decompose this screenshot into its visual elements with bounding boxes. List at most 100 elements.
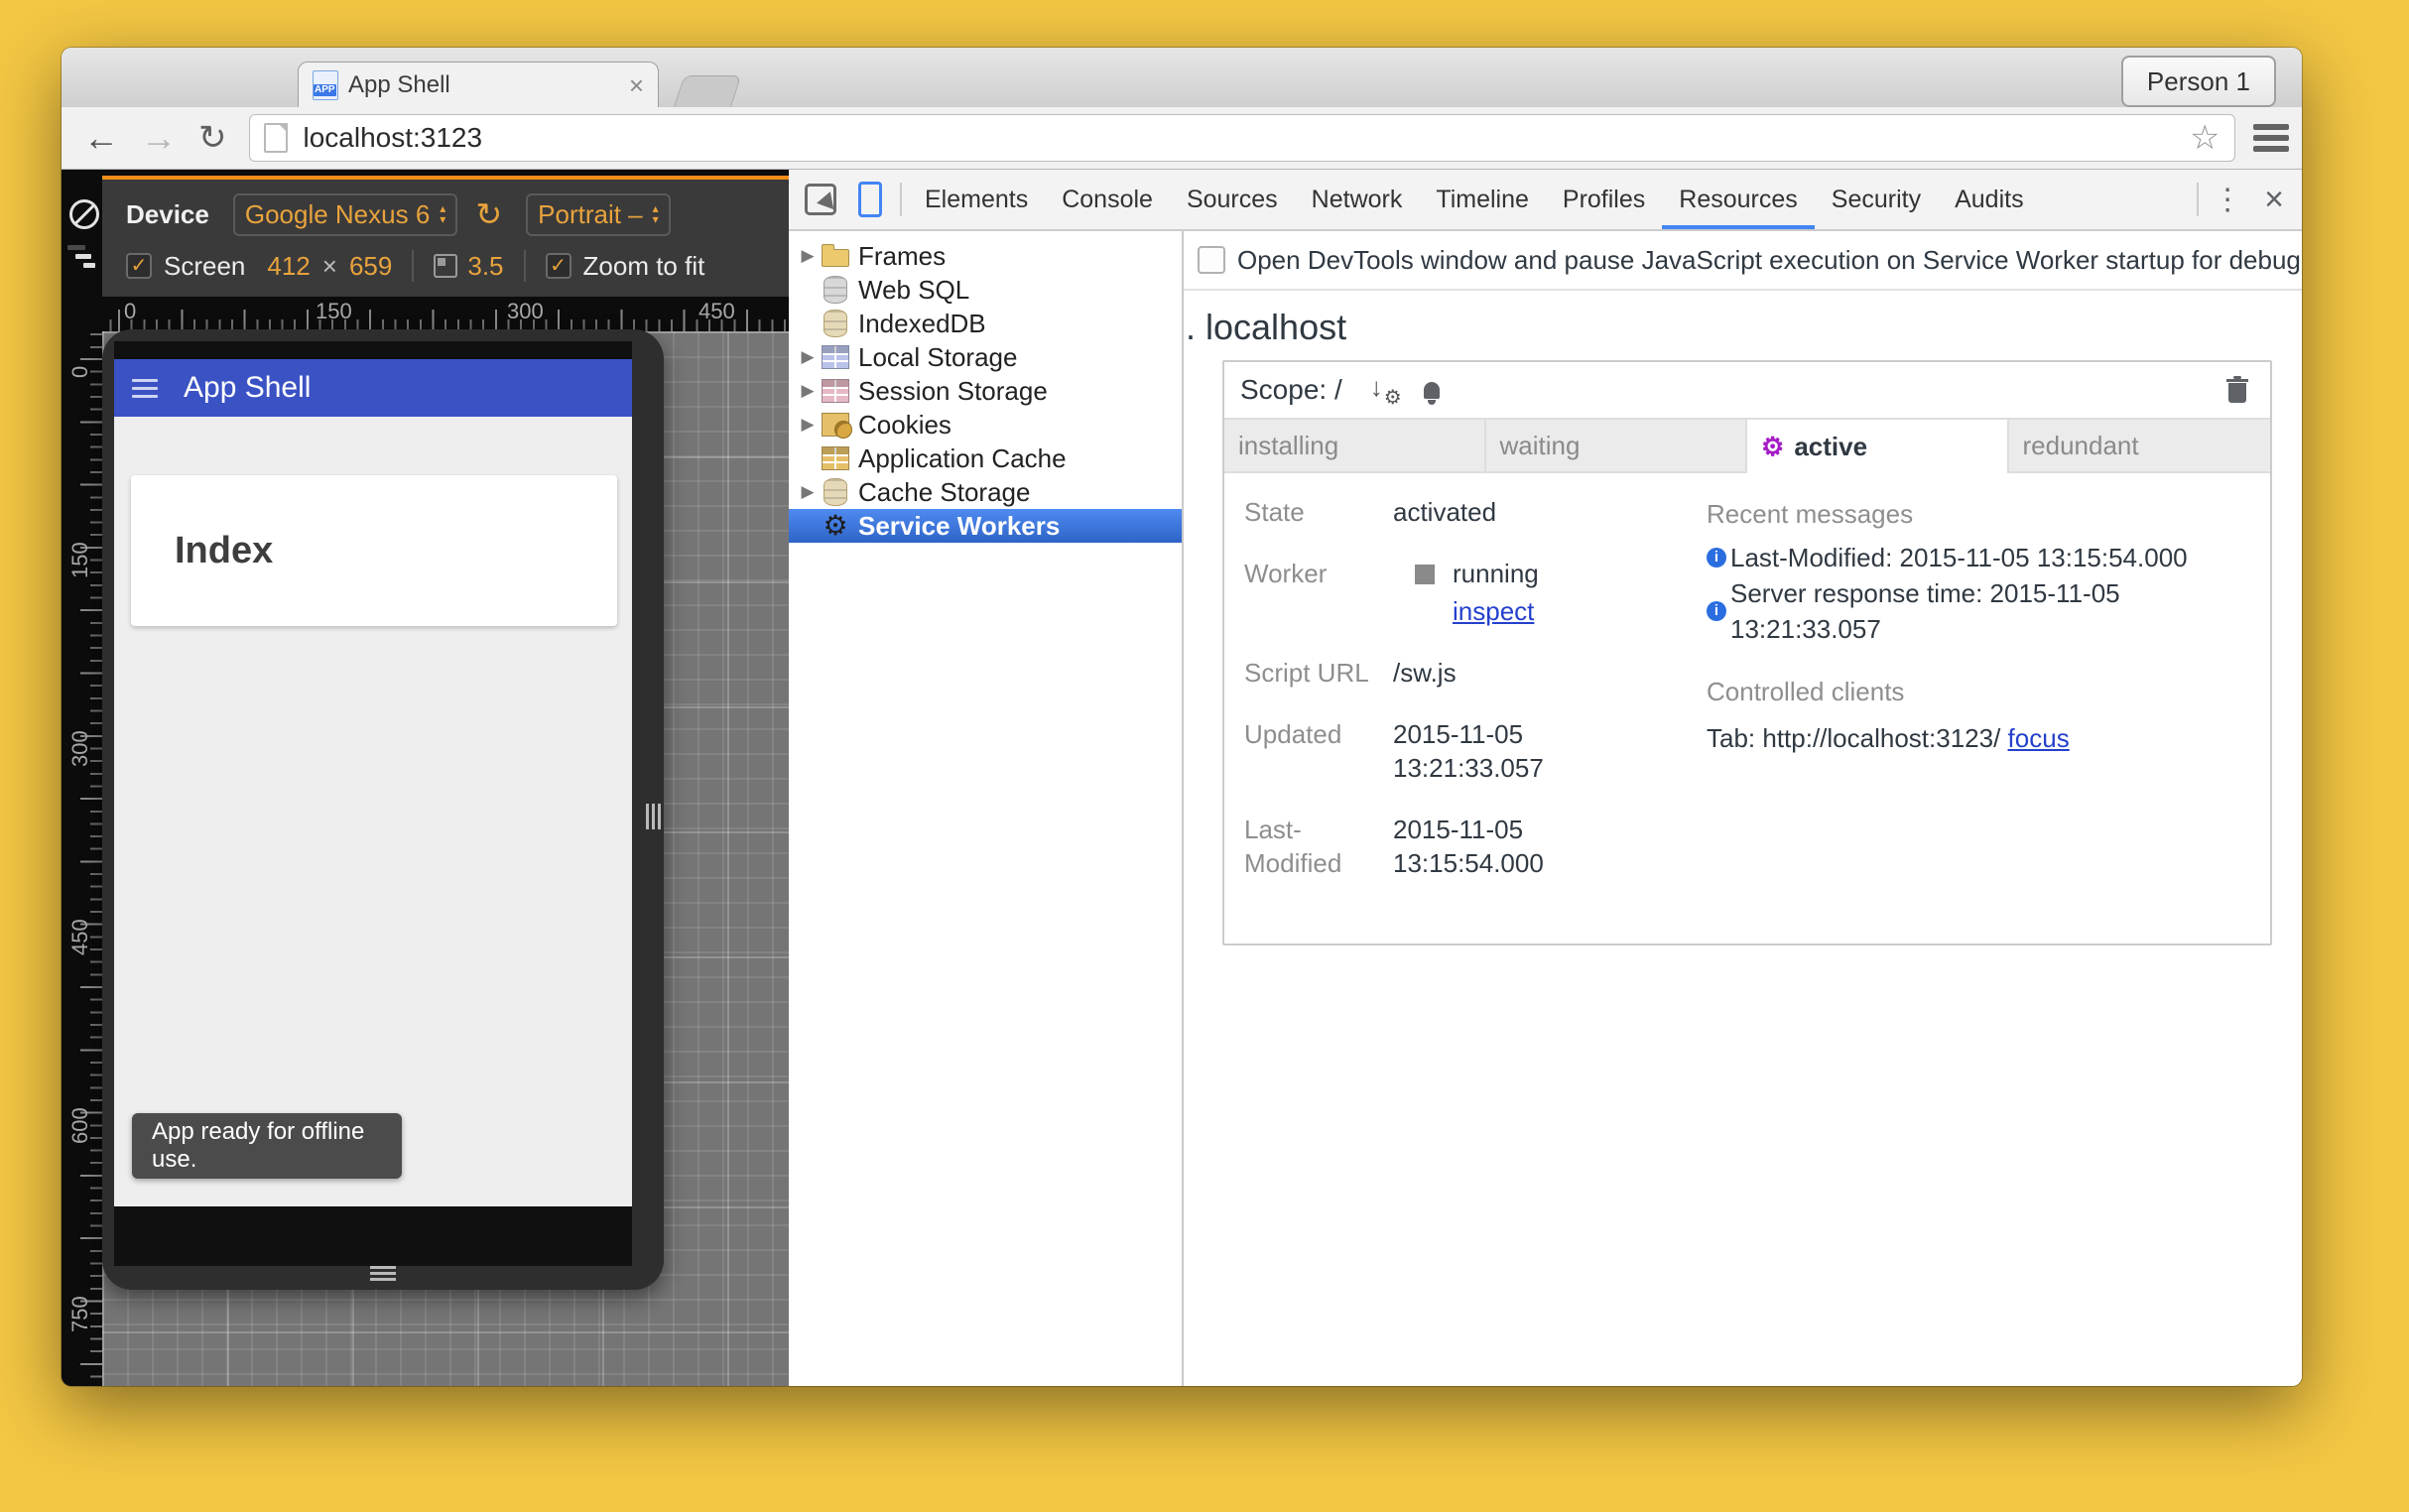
toolbar-divider <box>900 183 902 216</box>
swap-dimensions-icon[interactable]: ↻ <box>475 198 502 230</box>
device-frame: App Shell Index App ready for offline us… <box>102 329 664 1290</box>
emulation-grid-background: App Shell Index App ready for offline us… <box>102 329 789 1386</box>
devtools-more-icon[interactable]: ⋮ <box>2213 183 2242 217</box>
table-pink-icon <box>821 379 850 403</box>
device-pixel-ratio-field[interactable]: 3.5 <box>467 251 503 282</box>
devtools-tab-resources[interactable]: Resources <box>1662 170 1815 229</box>
url-text[interactable]: localhost:3123 <box>304 122 2191 154</box>
disable-cache-icon[interactable] <box>69 199 99 229</box>
device-mode-icon[interactable] <box>858 182 882 217</box>
worker-row: Worker running inspect <box>1244 557 1701 628</box>
expander-triangle-icon[interactable]: ▶ <box>795 347 821 367</box>
lifecycle-tabs: ⚙installing⚙waiting ⚙ active ⚙redundant <box>1224 418 2270 473</box>
screen-checkbox[interactable]: ✓ <box>126 253 152 279</box>
database-gray-icon <box>821 276 850 304</box>
page-icon <box>263 123 288 153</box>
app-menu-icon[interactable] <box>132 378 158 398</box>
zoom-to-fit-checkbox[interactable]: ✓ <box>545 253 571 279</box>
pause-on-sw-startup-checkbox[interactable] <box>1198 246 1225 274</box>
device-emulation-pane: Device Google Nexus 6 ▴ ▾ ↻ Portrait – ▴ ▾… <box>62 170 789 1386</box>
network-throttle-icon[interactable] <box>67 245 95 269</box>
push-notification-icon[interactable] <box>1423 381 1440 405</box>
script-url-row: Script URL /sw.js <box>1244 656 1701 690</box>
toolbar-divider <box>523 250 526 282</box>
state-row: State activated <box>1244 495 1701 529</box>
tab-close-icon[interactable]: × <box>629 72 644 98</box>
forward-icon[interactable]: → <box>141 120 177 156</box>
expander-triangle-icon[interactable]: ▶ <box>795 381 821 401</box>
unregister-trash-icon[interactable] <box>2226 376 2248 404</box>
devtools-tab-network[interactable]: Network <box>1295 170 1420 229</box>
profile-button[interactable]: Person 1 <box>2120 56 2276 107</box>
expander-triangle-icon[interactable]: ▶ <box>795 482 821 502</box>
stop-worker-icon[interactable] <box>1415 565 1435 584</box>
sidebar-item-local-storage[interactable]: ▶ Local Storage <box>789 340 1182 374</box>
orientation-select[interactable]: Portrait – ▴ ▾ <box>526 192 671 236</box>
script-url-value: /sw.js <box>1393 658 1457 688</box>
lifecycle-tab-installing[interactable]: ⚙installing <box>1224 420 1486 473</box>
sidebar-item-service-workers[interactable]: Service Workers <box>789 509 1182 543</box>
device-height-resize-handle[interactable] <box>370 1266 396 1284</box>
screen-height-field[interactable]: 659 <box>349 251 392 282</box>
database-tan-icon <box>821 478 850 506</box>
device-model-select[interactable]: Google Nexus 6 ▴ ▾ <box>232 192 458 236</box>
worker-label: Worker <box>1244 559 1328 588</box>
worker-status: running <box>1453 559 1539 588</box>
devtools-tab-strip: Elements Console Sources Network Timeline Pro… <box>908 170 2041 229</box>
select-arrows-icon: ▴ ▾ <box>652 201 659 226</box>
sidebar-item-session-storage[interactable]: ▶ Session Storage <box>789 374 1182 408</box>
expander-triangle-icon[interactable]: ▶ <box>795 415 821 435</box>
device-mode-toolbar: Device Google Nexus 6 ▴ ▾ ↻ Portrait – ▴ ▾… <box>102 176 789 297</box>
lifecycle-tab-active[interactable]: ⚙ active <box>1747 420 2009 473</box>
ruler-label: 150 <box>316 299 352 323</box>
service-worker-card: Scope: / ↓ ⚙installing⚙waiting ⚙ active ⚙re… <box>1222 360 2272 945</box>
last-modified-label: Last-Modified <box>1244 815 1342 878</box>
info-icon: i <box>1707 601 1726 621</box>
reload-icon[interactable]: ↻ <box>198 120 227 156</box>
client-tab-text: Tab: http://localhost:3123/ <box>1707 723 2001 753</box>
devtools-tab-sources[interactable]: Sources <box>1170 170 1295 229</box>
index-card: Index <box>131 475 617 626</box>
sidebar-item-frames[interactable]: ▶ Frames <box>789 239 1182 273</box>
devtools: Elements Console Sources Network Timeline Pro… <box>789 170 2302 1386</box>
inspect-link[interactable]: inspect <box>1453 594 1539 628</box>
ruler-label: 750 <box>67 1296 92 1332</box>
expander-triangle-icon[interactable]: ▶ <box>795 246 821 266</box>
sidebar-item-application-cache[interactable]: Application Cache <box>789 441 1182 475</box>
inspect-element-icon[interactable] <box>805 184 836 215</box>
focus-link[interactable]: focus <box>2008 723 2070 753</box>
recent-message: i Server response time: 2015-11-05 13:21… <box>1707 575 2250 647</box>
pause-on-sw-startup-row: Open DevTools window and pause JavaScrip… <box>1184 231 2302 291</box>
devtools-tab-console[interactable]: Console <box>1045 170 1170 229</box>
toolbar-divider <box>2197 183 2200 216</box>
update-service-worker-icon[interactable]: ↓ <box>1368 372 1402 410</box>
sidebar-item-label: Session Storage <box>858 375 1048 406</box>
recent-messages-title: Recent messages <box>1707 499 1914 529</box>
state-label: State <box>1244 497 1305 527</box>
browser-tab[interactable]: APP App Shell × <box>298 62 659 107</box>
lifecycle-tab-waiting[interactable]: ⚙waiting <box>1485 420 1747 473</box>
sidebar-item-web-sql[interactable]: Web SQL <box>789 273 1182 307</box>
devtools-close-icon[interactable]: × <box>2264 181 2284 219</box>
screen-checkbox-label: Screen <box>164 250 246 281</box>
sidebar-item-cache-storage[interactable]: ▶ Cache Storage <box>789 475 1182 509</box>
devtools-tab-profiles[interactable]: Profiles <box>1546 170 1662 229</box>
devtools-tab-timeline[interactable]: Timeline <box>1419 170 1546 229</box>
devtools-tab-elements[interactable]: Elements <box>908 170 1045 229</box>
updated-label: Updated <box>1244 719 1342 749</box>
devtools-tab-audits[interactable]: Audits <box>1938 170 2040 229</box>
lifecycle-tab-redundant[interactable]: ⚙redundant <box>2008 420 2270 473</box>
chrome-menu-icon[interactable] <box>2252 124 2289 152</box>
vertical-ruler: 0 150 300 450 600 750 <box>62 331 102 1386</box>
devtools-tab-security[interactable]: Security <box>1815 170 1938 229</box>
tab-favicon: APP <box>313 69 338 100</box>
back-icon[interactable]: ← <box>83 120 119 156</box>
sidebar-item-cookies[interactable]: ▶ Cookies <box>789 408 1182 441</box>
device-label: Device <box>126 198 209 229</box>
new-tab-button[interactable] <box>673 75 742 108</box>
address-bar[interactable]: localhost:3123 ☆ <box>248 114 2235 162</box>
device-width-resize-handle[interactable] <box>644 804 662 829</box>
bookmark-star-icon[interactable]: ☆ <box>2190 118 2219 158</box>
sidebar-item-indexeddb[interactable]: IndexedDB <box>789 307 1182 340</box>
screen-width-field[interactable]: 412 <box>267 251 310 282</box>
